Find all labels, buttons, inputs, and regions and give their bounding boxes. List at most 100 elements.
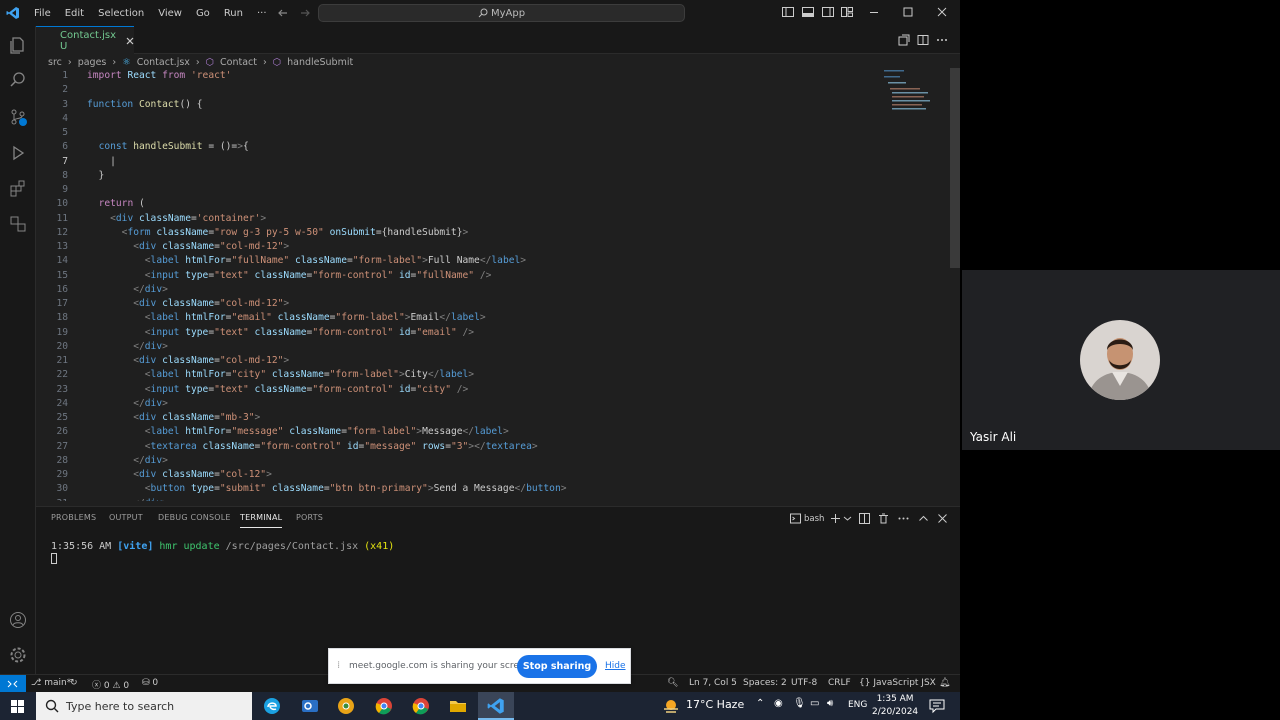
code-line[interactable]: 3 function Contact() { (36, 98, 886, 112)
code-line[interactable]: 2 (36, 83, 886, 97)
source-control-icon[interactable] (9, 108, 27, 126)
more-actions-icon[interactable] (936, 34, 948, 46)
code-editor[interactable]: 1 import React from 'react' 2 3 function Con… (36, 69, 946, 501)
code-line[interactable]: 27 <textarea className="form-control" id… (36, 440, 886, 454)
close-tab-icon[interactable] (126, 37, 134, 45)
toggle-panel-icon[interactable] (802, 6, 816, 20)
menu-run[interactable]: Run (224, 8, 243, 19)
menu-file[interactable]: File (34, 8, 51, 19)
edge-browser-icon[interactable] (263, 697, 281, 715)
toggle-secondary-sidebar-icon[interactable] (822, 6, 836, 20)
toggle-sidebar-icon[interactable] (782, 6, 796, 20)
indentation[interactable]: Spaces: 2 (743, 678, 787, 688)
drag-handle-icon[interactable]: ⁞ (337, 660, 340, 671)
settings-gear-icon[interactable] (9, 646, 27, 664)
menu-selection[interactable]: Selection (98, 8, 144, 19)
code-line[interactable]: 10 return ( (36, 197, 886, 211)
vscode-taskbar-button[interactable] (478, 692, 514, 720)
menu-edit[interactable]: Edit (65, 8, 84, 19)
code-line[interactable]: 28 </div> (36, 454, 886, 468)
weather-text[interactable]: 17°C Haze (686, 698, 744, 711)
menu-go[interactable]: Go (196, 8, 210, 19)
code-line[interactable]: 25 <div className="mb-3"> (36, 411, 886, 425)
code-line[interactable]: 1 import React from 'react' (36, 69, 886, 83)
trash-icon[interactable] (878, 513, 889, 524)
chevron-down-icon[interactable] (843, 514, 852, 523)
code-line[interactable]: 14 <label htmlFor="fullName" className="… (36, 254, 886, 268)
zoom-icon[interactable]: 🔍︎ (667, 678, 678, 688)
customize-layout-icon[interactable] (841, 6, 855, 20)
line-endings[interactable]: CRLF (828, 678, 851, 688)
code-line[interactable]: 26 <label htmlFor="message" className="f… (36, 425, 886, 439)
tab-contact-jsx[interactable]: Contact.jsx U (36, 26, 134, 54)
encoding[interactable]: UTF-8 (791, 678, 817, 688)
sync-icon[interactable]: ↻ (70, 678, 78, 688)
cursor-position[interactable]: Ln 7, Col 5 (689, 678, 737, 688)
close-window-icon[interactable] (936, 6, 950, 20)
file-explorer-icon[interactable] (449, 697, 467, 715)
code-line[interactable]: 7 | (36, 155, 886, 169)
code-line[interactable]: 6 const handleSubmit = ()=>{ (36, 140, 886, 154)
system-clock[interactable]: 1:35 AM 2/20/2024 (872, 693, 918, 719)
menu-view[interactable]: View (158, 8, 182, 19)
stop-sharing-button[interactable]: Stop sharing (517, 655, 597, 678)
code-line[interactable]: 8 } (36, 169, 886, 183)
code-line[interactable]: 9 (36, 183, 886, 197)
volume-icon[interactable]: 🔊︎ (827, 698, 833, 709)
back-arrow-icon[interactable] (277, 7, 289, 19)
tab-ports[interactable]: PORTS (296, 513, 323, 522)
breadcrumb-function[interactable]: handleSubmit (287, 57, 353, 68)
participant-tile[interactable]: Yasir Ali (962, 270, 1280, 450)
maximize-icon[interactable] (902, 6, 916, 20)
code-line[interactable]: 30 <button type="submit" className="btn … (36, 482, 886, 496)
taskbar-search-box[interactable]: Type here to search (36, 692, 252, 720)
tab-terminal[interactable]: TERMINAL (240, 513, 283, 528)
code-line[interactable]: 29 <div className="col-12"> (36, 468, 886, 482)
meet-sharing-icon[interactable]: ◉ (774, 698, 783, 709)
code-line[interactable]: 4 (36, 112, 886, 126)
network-icon[interactable]: ▭ (810, 698, 819, 709)
weather-haze-icon[interactable] (662, 697, 680, 715)
code-line[interactable]: 19 <input type="text" className="form-co… (36, 326, 886, 340)
remote-explorer-icon[interactable] (9, 215, 27, 233)
more-actions-icon[interactable] (898, 513, 909, 524)
notification-center-icon[interactable] (929, 698, 945, 714)
account-icon[interactable] (9, 611, 27, 629)
chrome-icon[interactable] (375, 697, 393, 715)
minimap[interactable] (882, 68, 932, 114)
menu-more[interactable]: ··· (257, 8, 267, 19)
windows-start-icon[interactable] (11, 700, 24, 713)
split-editor-icon[interactable] (917, 34, 929, 46)
outlook-icon[interactable] (301, 697, 319, 715)
git-branch[interactable]: ⎇ main* (31, 678, 71, 688)
terminal-output-line[interactable]: 1:35:56 AM [vite] hmr update /src/pages/… (51, 541, 394, 552)
code-line[interactable]: 23 <input type="text" className="form-co… (36, 383, 886, 397)
code-line[interactable]: 15 <input type="text" className="form-co… (36, 269, 886, 283)
run-debug-icon[interactable] (9, 144, 27, 162)
code-line[interactable]: 12 <form className="row g-3 py-5 w-50" o… (36, 226, 886, 240)
breadcrumb-component[interactable]: Contact (220, 57, 257, 68)
forward-arrow-icon[interactable] (299, 7, 311, 19)
shell-name[interactable]: bash (804, 514, 824, 524)
code-line[interactable]: 13 <div className="col-md-12"> (36, 240, 886, 254)
open-changes-icon[interactable] (898, 34, 910, 46)
chrome-canary-icon[interactable] (337, 697, 355, 715)
command-center-search[interactable]: MyApp (318, 4, 685, 22)
minimize-icon[interactable] (868, 6, 882, 20)
code-line[interactable]: 16 </div> (36, 283, 886, 297)
code-line[interactable]: 21 <div className="col-md-12"> (36, 354, 886, 368)
tab-output[interactable]: OUTPUT (109, 513, 143, 522)
microphone-icon[interactable]: 🎙︎ (793, 698, 806, 709)
show-hidden-icons[interactable]: ⌃ (756, 698, 764, 709)
search-icon[interactable] (9, 71, 27, 89)
input-language[interactable]: ENG (848, 700, 867, 710)
code-line[interactable]: 11 <div className='container'> (36, 212, 886, 226)
language-mode[interactable]: {} JavaScript JSX (859, 678, 936, 688)
chrome-profile-icon[interactable] (412, 697, 430, 715)
remote-indicator[interactable] (0, 675, 26, 692)
code-line[interactable]: 24 </div> (36, 397, 886, 411)
code-line[interactable]: 17 <div className="col-md-12"> (36, 297, 886, 311)
code-line[interactable]: 22 <label htmlFor="city" className="form… (36, 368, 886, 382)
add-terminal-icon[interactable] (830, 513, 841, 524)
breadcrumb-pages[interactable]: pages (78, 57, 107, 68)
